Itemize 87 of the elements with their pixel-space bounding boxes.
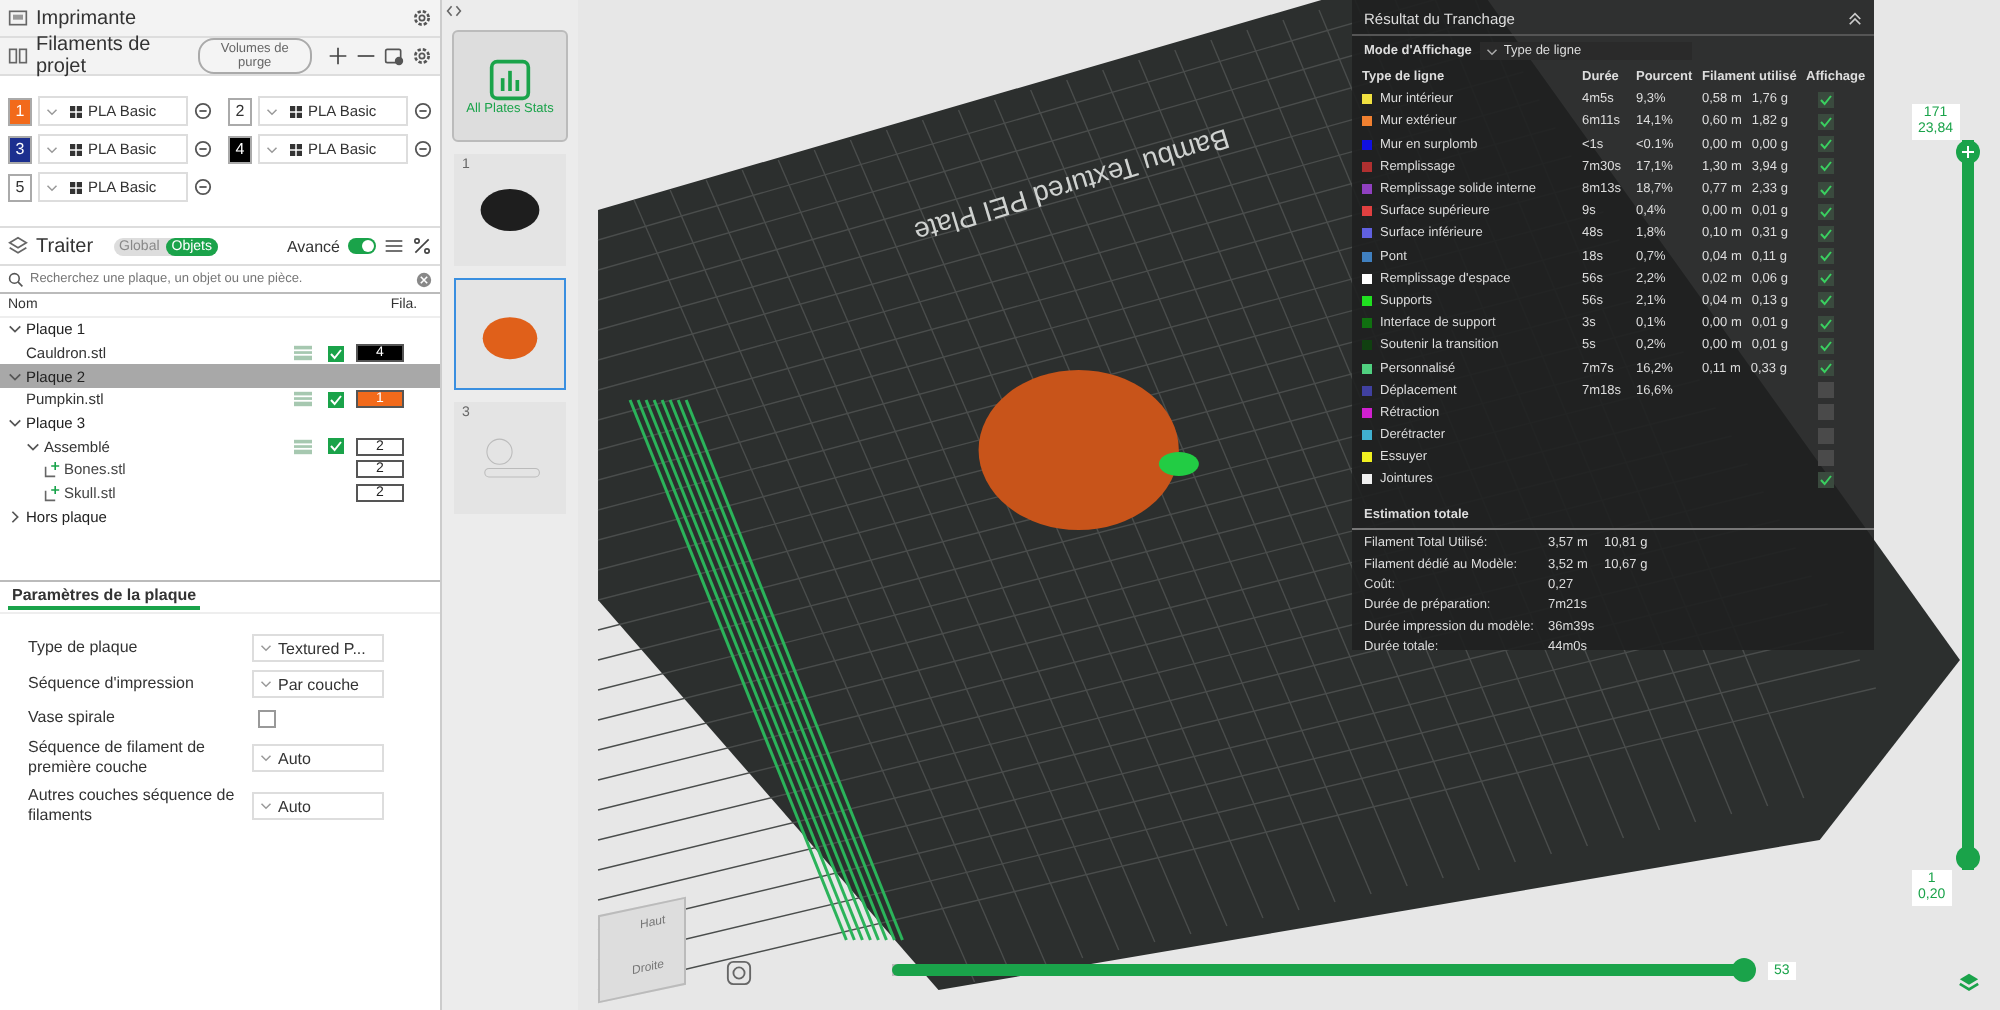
process-title: Traiter	[36, 235, 94, 257]
remove-filament-icon[interactable]	[194, 140, 212, 158]
material-icon	[70, 143, 82, 155]
expand-caret-icon[interactable]	[8, 369, 22, 384]
add-icon[interactable]	[328, 46, 348, 66]
material-icon	[70, 105, 82, 117]
setting-label: Vase spirale	[28, 708, 117, 729]
move-slider[interactable]	[892, 958, 1752, 982]
expand-caret-icon[interactable]	[8, 509, 22, 524]
display-checkbox[interactable]	[1818, 404, 1834, 421]
filament-number[interactable]: 3	[8, 135, 32, 163]
list-icon[interactable]	[384, 236, 404, 256]
display-checkbox[interactable]	[1818, 449, 1834, 466]
setting-label: Séquence d'impression	[28, 674, 196, 695]
display-checkbox[interactable]	[1818, 203, 1834, 220]
display-checkbox[interactable]	[1818, 113, 1834, 130]
caret-icon	[260, 802, 272, 811]
plate-settings-tab[interactable]: Paramètres de la plaque	[8, 586, 201, 611]
expand-caret-icon[interactable]	[8, 322, 22, 337]
advanced-toggle[interactable]	[348, 238, 376, 254]
material-icon	[290, 143, 302, 155]
part-icon	[44, 461, 60, 478]
material-icon	[70, 181, 82, 193]
setting-select[interactable]: Auto	[252, 792, 384, 821]
setting-select[interactable]: Textured P...	[252, 634, 384, 663]
setting-checkbox[interactable]	[258, 709, 276, 728]
clear-icon[interactable]	[416, 271, 432, 287]
layers-icon[interactable]	[1957, 972, 1979, 994]
spools-icon	[8, 46, 28, 66]
display-checkbox[interactable]	[1818, 158, 1834, 175]
caret-icon	[46, 145, 58, 153]
filament-number[interactable]: 5	[8, 173, 32, 201]
caret-icon	[260, 644, 272, 653]
collapse-icon[interactable]	[446, 4, 462, 18]
display-checkbox[interactable]	[1818, 248, 1834, 265]
caret-icon	[46, 183, 58, 191]
printer-icon	[8, 8, 28, 28]
setting-label: Type de plaque	[28, 638, 140, 659]
caret-icon	[266, 145, 278, 153]
display-checkbox[interactable]	[1818, 292, 1834, 309]
setting-label: Séquence de filament de première couche	[28, 738, 208, 779]
visibility-checkbox[interactable]	[328, 391, 344, 408]
part-icon	[44, 485, 60, 502]
layers-icon	[8, 236, 28, 256]
setting-select[interactable]: Auto	[252, 744, 384, 773]
expand-caret-icon[interactable]	[26, 439, 40, 454]
slider-handle[interactable]	[1731, 958, 1756, 982]
display-checkbox[interactable]	[1818, 270, 1834, 287]
caret-icon	[266, 107, 278, 115]
remove-filament-icon[interactable]	[414, 102, 432, 120]
plate-thumbnail[interactable]	[454, 278, 566, 390]
display-checkbox[interactable]	[1818, 471, 1834, 488]
caret-icon	[260, 754, 272, 763]
remove-filament-icon[interactable]	[414, 140, 432, 158]
advanced-label: Avancé	[286, 237, 340, 255]
material-icon	[290, 105, 302, 117]
layer-slider[interactable]	[1956, 140, 1980, 870]
filaments-title: Filaments de projet	[36, 34, 153, 78]
expand-caret-icon[interactable]	[8, 416, 22, 431]
display-checkbox[interactable]	[1818, 91, 1834, 108]
display-checkbox[interactable]	[1818, 382, 1834, 399]
filament-number[interactable]: 4	[228, 135, 252, 163]
slider-handle[interactable]	[1956, 846, 1980, 870]
printer-title: Imprimante	[36, 7, 137, 29]
display-checkbox[interactable]	[1818, 181, 1834, 198]
setting-select[interactable]: Par couche	[252, 670, 384, 699]
display-checkbox[interactable]	[1818, 337, 1834, 354]
caret-icon	[46, 107, 58, 115]
visibility-checkbox[interactable]	[328, 345, 344, 362]
search-icon	[8, 271, 24, 287]
remove-filament-icon[interactable]	[194, 102, 212, 120]
filament-number[interactable]: 2	[228, 97, 252, 125]
remove-filament-icon[interactable]	[194, 178, 212, 196]
bar-chart-icon	[488, 57, 532, 101]
sync-icon[interactable]	[384, 46, 404, 66]
visibility-checkbox[interactable]	[328, 438, 344, 455]
display-checkbox[interactable]	[1818, 427, 1834, 444]
screenshot-icon[interactable]	[726, 960, 752, 986]
caret-icon	[1485, 47, 1498, 55]
caret-icon	[260, 680, 272, 689]
display-checkbox[interactable]	[1818, 225, 1834, 242]
setting-label: Autres couches séquence de filaments	[28, 786, 237, 827]
percent-icon[interactable]	[412, 236, 432, 256]
display-checkbox[interactable]	[1818, 360, 1834, 377]
display-checkbox[interactable]	[1818, 315, 1834, 332]
slider-handle[interactable]	[1956, 140, 1980, 164]
display-checkbox[interactable]	[1818, 136, 1834, 153]
